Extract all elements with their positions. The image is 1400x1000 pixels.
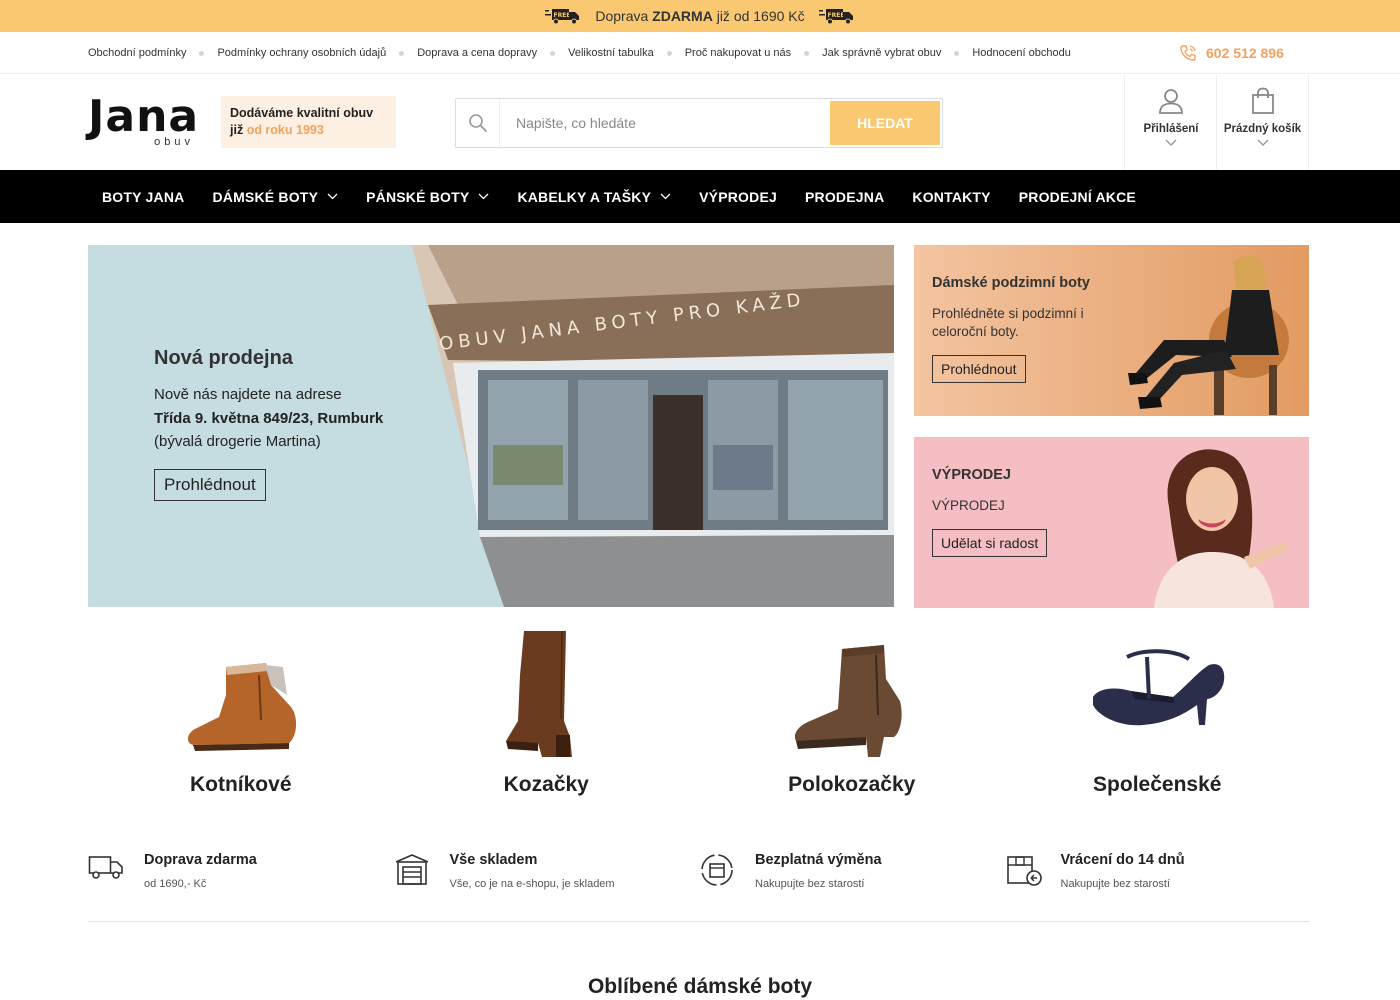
promo-autumn-title: Dámské podzimní boty [932, 275, 1090, 291]
category-kotnikove-label: Kotníkové [189, 773, 292, 796]
promo-sale-text: VÝPRODEJ VÝPRODEJ Udělat si radost [932, 467, 1132, 557]
benefit-free-exchange: Bezplatná výměna Nakupujte bez starostí [699, 848, 1005, 898]
promo-sale-desc: VÝPRODEJ [932, 498, 1005, 513]
svg-text:FREE: FREE [554, 12, 571, 19]
section-divider [88, 921, 1310, 922]
popular-section-title: Oblíbené dámské boty [587, 975, 813, 998]
hero-note: (bývalá drogerie Martina) [154, 433, 321, 450]
nav-prodejni-akce[interactable]: PRODEJNÍ AKCE [1005, 189, 1150, 205]
promo-sale-button[interactable]: Udělat si radost [932, 529, 1048, 557]
promo-autumn-button[interactable]: Prohlédnout [932, 355, 1026, 383]
promo-autumn-desc: Prohlédněte si podzimní i celoroční boty… [932, 306, 1084, 339]
nav-prodejna[interactable]: PRODEJNA [791, 189, 898, 205]
tall-boot-image [506, 630, 573, 757]
link-terms[interactable]: Obchodní podmínky [88, 47, 186, 59]
chevron-down-icon [1257, 139, 1268, 146]
category-tiles: Kotníkové Kozačky Polokozačky Společensk… [88, 620, 1310, 805]
tagline-line1: Dodáváme kvalitní obuv [230, 106, 374, 120]
shopping-bag-icon [1251, 87, 1274, 114]
category-spolecenske[interactable]: Společenské [1005, 620, 1311, 805]
benefit-free-shipping-title: Doprava zdarma [144, 852, 257, 868]
svg-text:FREE: FREE [827, 12, 844, 19]
hero-view-button[interactable]: Prohlédnout [154, 468, 266, 501]
logo-word: Jana [88, 91, 200, 142]
category-kotnikove[interactable]: Kotníkové [88, 620, 394, 805]
login-button[interactable]: Přihlášení [1124, 75, 1217, 170]
cart-button[interactable]: Prázdný košík [1216, 75, 1309, 170]
tagline-line2: již od roku 1993 [230, 123, 324, 137]
link-privacy[interactable]: Podmínky ochrany osobních údajů [186, 47, 386, 59]
search-button[interactable]: HLEDAT [830, 101, 940, 145]
benefit-in-stock-sub: Vše, co je na e-shopu, je skladem [449, 878, 615, 890]
ankle-boot-image [187, 663, 296, 751]
nav-vyprodej[interactable]: VÝPRODEJ [685, 189, 791, 205]
category-kozacky[interactable]: Kozačky [394, 620, 700, 805]
return-box-icon [1006, 856, 1042, 886]
nav-boty-jana[interactable]: BOTY JANA [88, 189, 198, 205]
cart-label: Prázdný košík [1223, 123, 1302, 135]
main-nav: BOTY JANA DÁMSKÉ BOTY PÁNSKÉ BOTY KABELK… [0, 170, 1400, 223]
warehouse-icon [395, 854, 428, 885]
search-icon[interactable] [456, 99, 500, 147]
benefit-free-shipping-sub: od 1690,- Kč [144, 878, 207, 890]
phone-contact[interactable]: 602 512 896 [1178, 32, 1284, 74]
promo-sale-title: VÝPRODEJ [932, 467, 1011, 483]
user-icon [1159, 89, 1183, 114]
chevron-down-icon [1165, 139, 1177, 146]
nav-kabelky-tasky[interactable]: KABELKY A TAŠKY [503, 189, 685, 205]
exchange-box-icon [701, 854, 733, 886]
tagline-box: Dodáváme kvalitní obuv již od roku 1993 [221, 96, 396, 148]
dress-shoe-image [1093, 649, 1225, 726]
benefit-free-shipping: Doprava zdarma od 1690,- Kč [88, 848, 394, 898]
logo-sub: obuv [154, 136, 194, 148]
benefit-returns-sub: Nakupujte bez starostí [1060, 878, 1170, 890]
benefit-in-stock: Vše skladem Vše, co je na e-shopu, je sk… [394, 848, 700, 898]
benefits-row: Doprava zdarma od 1690,- Kč Vše skladem … [88, 848, 1310, 898]
free-shipping-text: Doprava ZDARMA již od 1690 Kč [595, 8, 805, 24]
link-reviews[interactable]: Hodnocení obchodu [941, 47, 1070, 59]
hero-title: Nová prodejna [154, 347, 293, 369]
login-label: Přihlášení [1143, 123, 1199, 135]
free-truck-icon: FREE [818, 7, 855, 25]
benefit-free-exchange-sub: Nakupujte bez starostí [755, 878, 865, 890]
chevron-down-icon [660, 193, 671, 200]
hero-address: Třída 9. května 849/23, Rumburk [154, 409, 384, 427]
nav-kontakty[interactable]: KONTAKTY [898, 189, 1004, 205]
link-shipping[interactable]: Doprava a cena dopravy [386, 47, 537, 59]
hero-line1: Nově nás najdete na adrese [154, 386, 342, 403]
free-truck-icon: FREE [545, 7, 581, 25]
chevron-down-icon [478, 193, 489, 200]
hero-banner[interactable]: OBUV JANA BOTY PRO KAŽD Nová prodejna No… [88, 245, 894, 607]
benefit-returns: Vrácení do 14 dnů Nakupujte bez starostí [1005, 848, 1311, 898]
benefit-in-stock-title: Vše skladem [449, 852, 538, 868]
site-logo[interactable]: Jana obuv [88, 95, 198, 151]
site-header: Jana obuv Dodáváme kvalitní obuv již od … [0, 75, 1400, 170]
nav-damske-boty[interactable]: DÁMSKÉ BOTY [198, 189, 352, 205]
nav-panske-boty[interactable]: PÁNSKÉ BOTY [352, 189, 503, 205]
promo-autumn-boots[interactable]: Dámské podzimní boty Prohlédněte si podz… [914, 245, 1309, 416]
search-input[interactable] [516, 112, 816, 134]
link-choose-shoes[interactable]: Jak správně vybrat obuv [791, 47, 941, 59]
category-polokozacky[interactable]: Polokozačky [699, 620, 1005, 805]
half-boot-image [794, 645, 902, 757]
search-box: HLEDAT [455, 98, 943, 148]
free-shipping-bar: FREE Doprava ZDARMA již od 1690 Kč FREE [0, 0, 1400, 32]
delivery-truck-icon [88, 856, 123, 879]
benefit-free-exchange-title: Bezplatná výměna [755, 852, 882, 868]
hero-text: Nová prodejna Nově nás najdete na adrese… [154, 347, 454, 501]
phone-number: 602 512 896 [1206, 45, 1284, 61]
category-spolecenske-label: Společenské [1093, 773, 1222, 796]
promo-sale[interactable]: VÝPRODEJ VÝPRODEJ Udělat si radost [914, 437, 1309, 608]
benefit-returns-title: Vrácení do 14 dnů [1060, 852, 1185, 868]
chevron-down-icon [327, 193, 338, 200]
link-size-chart[interactable]: Velikostní tabulka [537, 47, 654, 59]
link-why-us[interactable]: Proč nakupovat u nás [654, 47, 791, 59]
category-kozacky-label: Kozačky [503, 773, 589, 796]
category-polokozacky-label: Polokozačky [788, 773, 916, 796]
phone-icon [1180, 45, 1196, 61]
promo-autumn-text: Dámské podzimní boty Prohlédněte si podz… [932, 275, 1132, 383]
